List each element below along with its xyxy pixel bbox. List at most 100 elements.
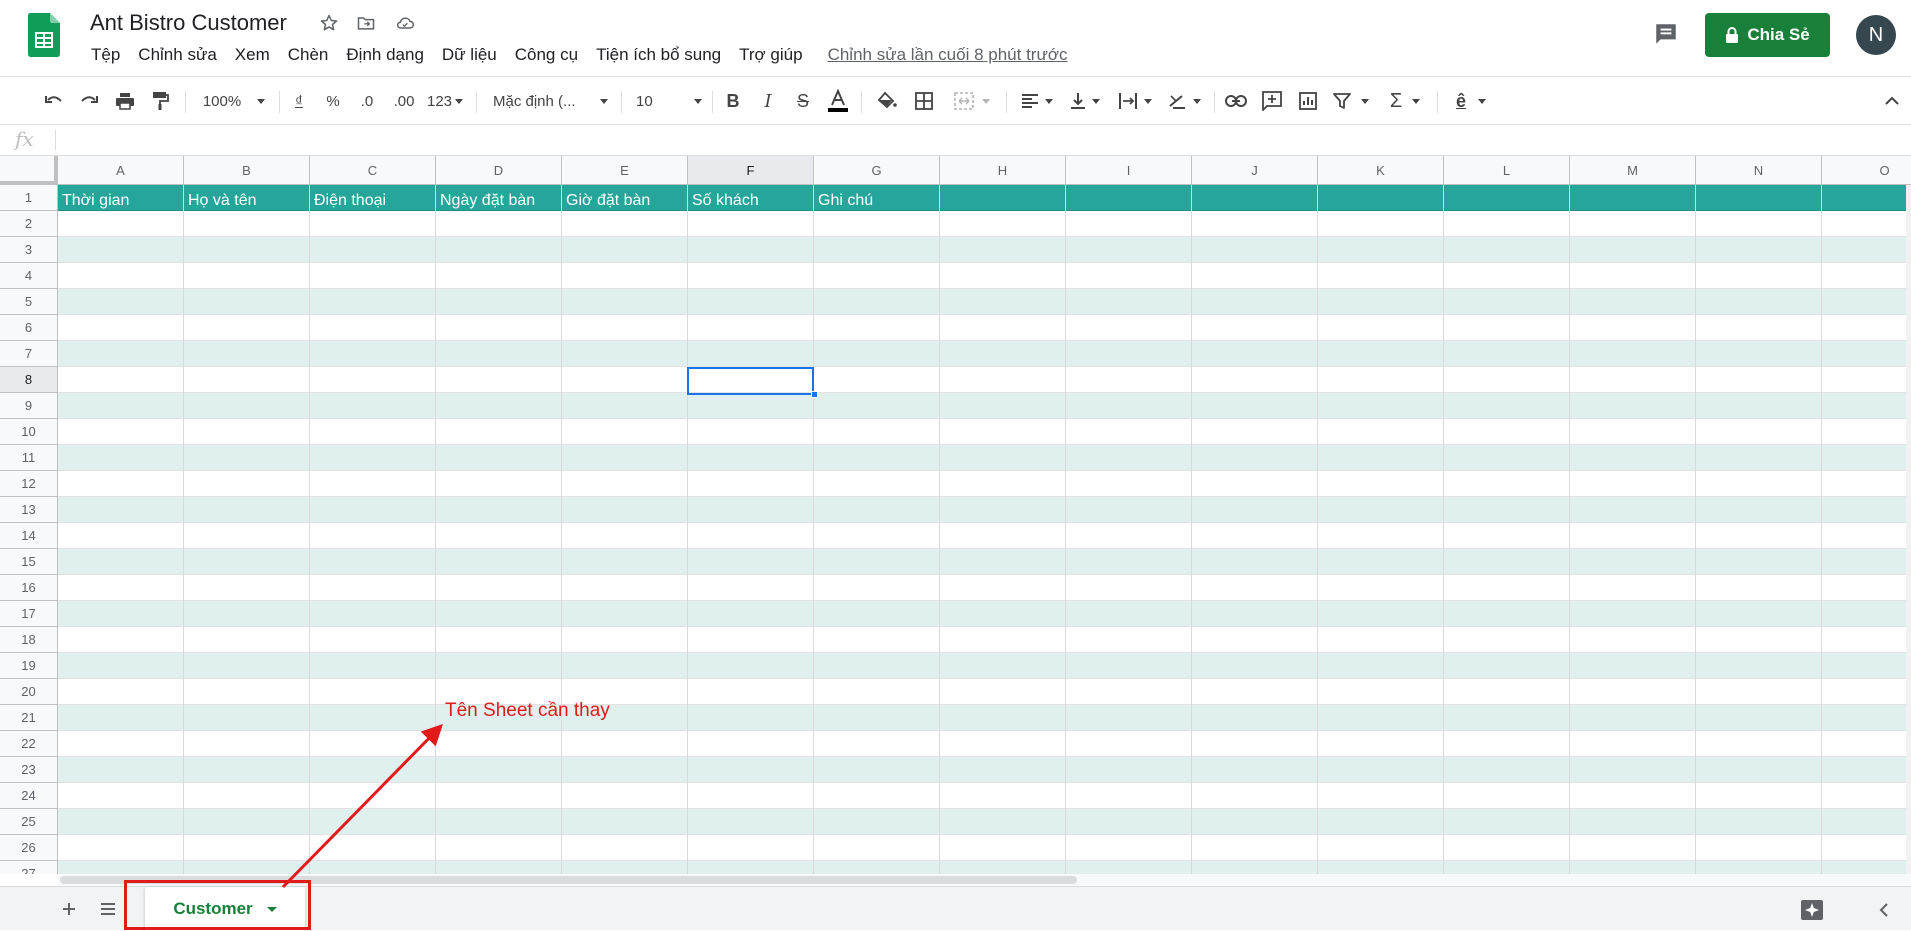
table-row[interactable] [58,237,1906,263]
formula-input[interactable] [64,129,1894,151]
row-header[interactable]: 10 [0,419,58,445]
user-avatar[interactable]: N [1856,15,1896,55]
row-header[interactable]: 18 [0,627,58,653]
table-row[interactable] [58,809,1906,835]
column-header[interactable]: D [436,156,562,185]
cloud-status-icon[interactable] [394,12,416,34]
table-row[interactable] [58,367,1906,393]
row-header[interactable]: 13 [0,497,58,523]
table-row[interactable] [58,757,1906,783]
table-row[interactable] [58,575,1906,601]
more-formats-button[interactable]: 123 [425,87,465,115]
vertical-align-icon[interactable] [1065,87,1105,115]
column-header[interactable]: A [58,156,184,185]
vertical-scrollbar[interactable] [1906,185,1911,874]
row-header[interactable]: 25 [0,809,58,835]
zoom-select[interactable]: 100% [200,87,268,115]
table-row[interactable] [58,601,1906,627]
table-row[interactable] [58,783,1906,809]
horizontal-align-icon[interactable] [1017,87,1057,115]
table-row[interactable] [58,497,1906,523]
column-header[interactable]: M [1570,156,1696,185]
text-rotation-icon[interactable] [1163,87,1205,115]
row-header[interactable]: 6 [0,315,58,341]
last-edit-link[interactable]: Chỉnh sửa lần cuối 8 phút trước [828,45,1068,65]
column-header[interactable]: G [814,156,940,185]
header-cell[interactable]: Giờ đặt bàn [562,188,688,214]
column-header[interactable]: H [940,156,1066,185]
row-header[interactable]: 17 [0,601,58,627]
star-icon[interactable] [318,12,340,34]
comment-history-icon[interactable] [1652,20,1680,48]
share-button[interactable]: Chia Sẻ [1705,13,1830,57]
redo-icon[interactable] [75,87,103,115]
table-row[interactable] [58,445,1906,471]
functions-icon[interactable]: Σ [1384,87,1426,115]
row-header[interactable]: 24 [0,783,58,809]
add-sheet-icon[interactable] [58,898,80,920]
merge-cells-icon[interactable] [947,87,997,115]
column-header[interactable]: E [562,156,688,185]
column-header[interactable]: C [310,156,436,185]
menu-tools[interactable]: Công cụ [506,45,587,65]
select-all-corner[interactable] [0,156,58,185]
table-row[interactable] [58,315,1906,341]
fill-handle[interactable] [811,391,818,398]
currency-format-button[interactable]: ₫ [288,87,310,115]
table-row[interactable] [58,861,1906,874]
menu-help[interactable]: Trợ giúp [730,45,811,65]
header-cell[interactable]: Thời gian [58,188,184,214]
row-header[interactable]: 27 [0,861,58,874]
font-size-select[interactable]: 10 [636,87,702,115]
table-row[interactable] [58,679,1906,705]
table-row[interactable] [58,523,1906,549]
column-header[interactable]: I [1066,156,1192,185]
menu-addons[interactable]: Tiện ích bổ sung [587,45,730,65]
column-header[interactable]: N [1696,156,1822,185]
bold-icon[interactable]: B [720,87,746,115]
header-cell[interactable]: Ngày đặt bàn [436,188,562,214]
font-family-select[interactable]: Mặc định (... [493,87,608,115]
side-panel-toggle-icon[interactable] [1878,901,1892,919]
text-color-icon[interactable] [824,87,852,115]
italic-icon[interactable]: I [755,87,781,115]
horizontal-scrollbar[interactable] [58,874,1911,886]
insert-comment-icon[interactable] [1258,87,1286,115]
table-row[interactable] [58,211,1906,237]
table-row[interactable] [58,419,1906,445]
row-header[interactable]: 19 [0,653,58,679]
row-header[interactable]: 9 [0,393,58,419]
table-row[interactable] [58,393,1906,419]
row-header[interactable]: 26 [0,835,58,861]
header-cell[interactable]: Điện thoại [310,188,436,214]
column-header[interactable]: B [184,156,310,185]
table-row[interactable] [58,835,1906,861]
table-row[interactable] [58,731,1906,757]
menu-file[interactable]: Tệp [82,45,129,65]
column-header[interactable]: K [1318,156,1444,185]
column-header[interactable]: J [1192,156,1318,185]
menu-edit[interactable]: Chỉnh sửa [129,45,225,65]
percent-format-button[interactable]: % [322,87,344,115]
row-header[interactable]: 3 [0,237,58,263]
row-header[interactable]: 11 [0,445,58,471]
move-folder-icon[interactable] [355,12,377,34]
row-header[interactable]: 12 [0,471,58,497]
collapse-toolbar-icon[interactable] [1882,87,1902,115]
document-title[interactable]: Ant Bistro Customer [90,10,287,36]
menu-format[interactable]: Định dạng [337,45,433,65]
borders-icon[interactable] [910,87,938,115]
table-row[interactable] [58,341,1906,367]
row-header[interactable]: 8 [0,367,58,393]
selected-cell[interactable] [687,367,814,395]
row-header[interactable]: 14 [0,523,58,549]
strikethrough-icon[interactable]: S [790,87,816,115]
insert-link-icon[interactable] [1222,87,1250,115]
row-header[interactable]: 21 [0,705,58,731]
table-row[interactable] [58,289,1906,315]
column-header[interactable]: O [1822,156,1911,185]
row-header[interactable]: 7 [0,341,58,367]
column-header[interactable]: F [688,156,814,185]
explore-icon[interactable] [1800,899,1824,921]
sheets-logo-icon[interactable] [28,13,60,57]
